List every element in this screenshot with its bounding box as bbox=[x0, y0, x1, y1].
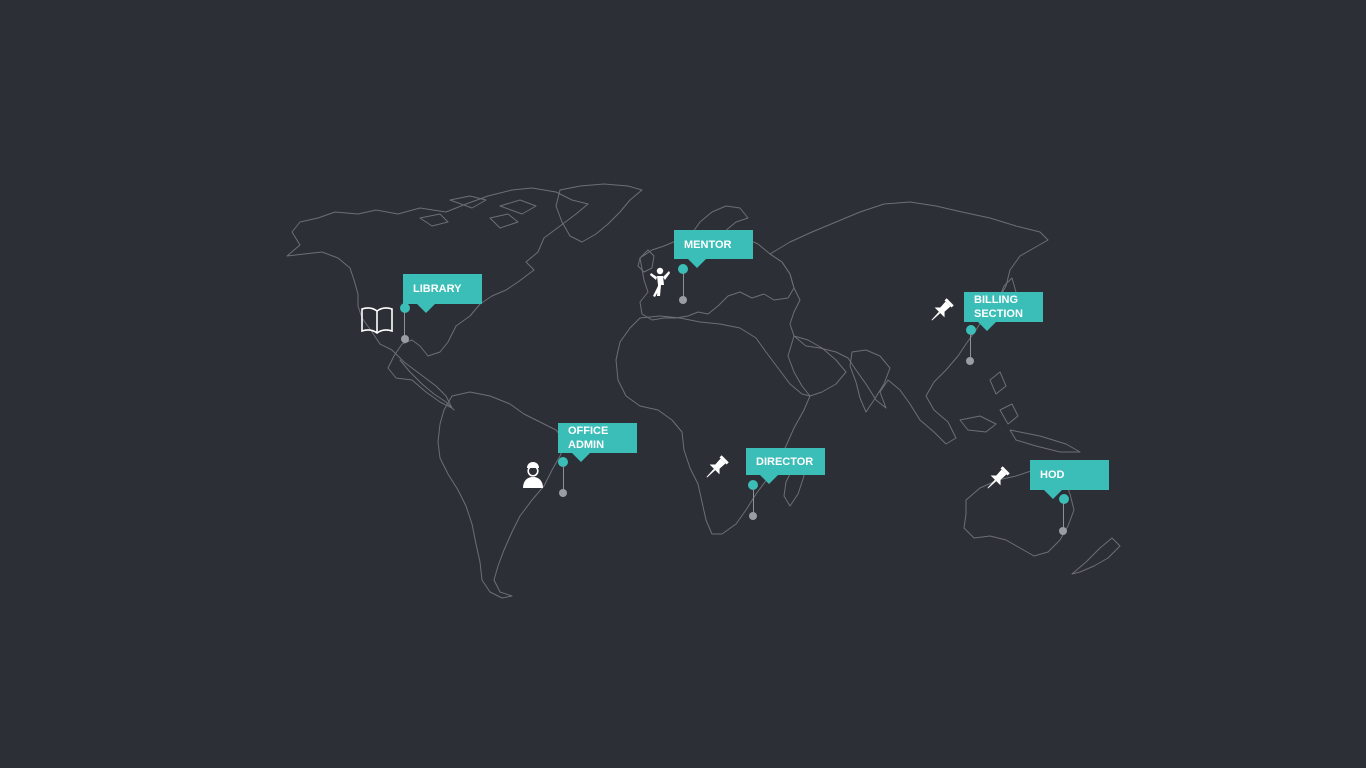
open-book-icon bbox=[361, 307, 393, 334]
pin-base-library bbox=[401, 335, 409, 343]
pin-head-hod[interactable] bbox=[1059, 494, 1069, 504]
callout-billing-section-label: BILLING SECTION bbox=[974, 294, 1023, 320]
new-zealand-outline bbox=[1071, 537, 1121, 575]
pin-stem-library bbox=[404, 312, 405, 336]
pin-head-billing-section[interactable] bbox=[966, 325, 976, 335]
user-avatar-icon bbox=[523, 462, 543, 488]
callout-billing-section[interactable]: BILLING SECTION bbox=[964, 292, 1043, 331]
south-america-outline bbox=[437, 391, 567, 599]
map-slide: LIBRARY MENTOR BILLING SECTION OFFICE AD… bbox=[0, 0, 1366, 768]
pin-stem-hod bbox=[1063, 503, 1064, 527]
callout-hod-label: HOD bbox=[1040, 469, 1065, 481]
push-pin-icon bbox=[987, 466, 1010, 489]
arabia-outline bbox=[787, 335, 847, 397]
pin-base-hod bbox=[1059, 527, 1067, 535]
person-presenting-icon bbox=[650, 267, 670, 297]
pin-base-billing-section bbox=[966, 357, 974, 365]
pin-base-mentor bbox=[679, 296, 687, 304]
pin-stem-mentor bbox=[683, 273, 684, 297]
pin-stem-office-admin bbox=[563, 466, 564, 490]
callout-library-label: LIBRARY bbox=[413, 283, 462, 295]
callout-office-admin-label: OFFICE ADMIN bbox=[568, 425, 609, 451]
arctic-islands-outline bbox=[419, 195, 537, 229]
pin-base-director bbox=[749, 512, 757, 520]
push-pin-icon bbox=[931, 298, 954, 321]
southeast-asia-islands-outline bbox=[959, 371, 1081, 453]
callout-office-admin[interactable]: OFFICE ADMIN bbox=[558, 423, 637, 462]
callout-library[interactable]: LIBRARY bbox=[403, 274, 482, 313]
push-pin-icon bbox=[706, 455, 729, 478]
pin-stem-director bbox=[753, 489, 754, 513]
pin-base-office-admin bbox=[559, 489, 567, 497]
asia-outline bbox=[769, 201, 1049, 445]
pin-head-library[interactable] bbox=[400, 303, 410, 313]
callout-hod[interactable]: HOD bbox=[1030, 460, 1109, 499]
central-america-outline bbox=[399, 359, 455, 411]
greenland-outline bbox=[555, 183, 643, 243]
callout-director[interactable]: DIRECTOR bbox=[746, 448, 825, 484]
callout-director-label: DIRECTOR bbox=[756, 455, 814, 468]
world-map-outline bbox=[286, 183, 1121, 599]
pin-stem-billing-section bbox=[970, 334, 971, 358]
callout-mentor[interactable]: MENTOR bbox=[674, 230, 753, 268]
callout-mentor-label: MENTOR bbox=[684, 238, 732, 251]
africa-outline bbox=[615, 315, 811, 535]
